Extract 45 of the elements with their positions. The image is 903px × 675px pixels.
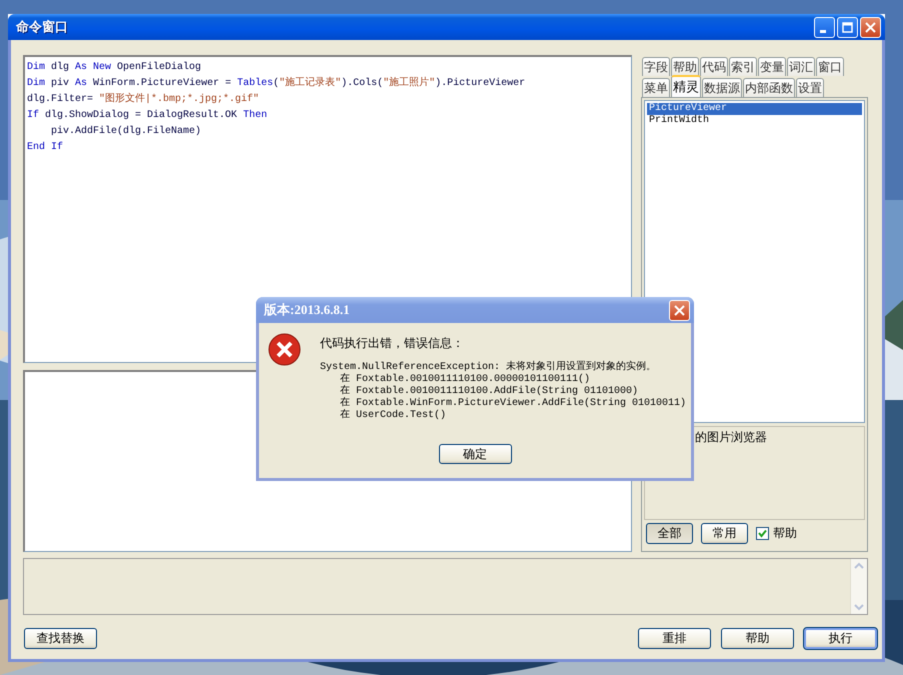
tab[interactable]: 数据源 [702, 78, 742, 97]
stack-trace-line: 在 Foxtable.WinForm.PictureViewer.AddFile(String 01010011) [339, 398, 686, 409]
minimize-button[interactable] [814, 16, 835, 38]
tab[interactable]: 字段 [642, 57, 670, 76]
tab[interactable]: 帮助 [671, 57, 699, 76]
window-title: 命令窗口 [16, 18, 69, 36]
stack-trace-line: 在 Foxtable.0010011110100.AddFile(String 01101000) [339, 386, 640, 397]
tab[interactable]: 窗口 [816, 57, 844, 76]
filter-button[interactable]: 常用 [701, 523, 748, 544]
filter-button[interactable]: 全部 [646, 523, 693, 544]
tab[interactable]: 变量 [758, 57, 786, 76]
tab[interactable]: 代码 [700, 57, 728, 76]
tab[interactable]: 词汇 [787, 57, 815, 76]
tab[interactable]: 精灵 [671, 75, 701, 97]
help-button[interactable]: 帮助 [721, 628, 794, 649]
run-button[interactable]: 执行 [804, 628, 877, 649]
list-item[interactable]: PictureViewer [647, 103, 862, 115]
close-icon [674, 304, 685, 316]
close-button[interactable] [860, 16, 881, 38]
minimize-icon [820, 30, 826, 32]
stack-trace-line: 在 UserCode.Test() [339, 410, 448, 422]
list-item[interactable]: PrintWidth [647, 115, 862, 127]
code-line: Dim dlg As New OpenFileDialog [27, 60, 202, 75]
code-line: dlg.Filter= "图形文件|*.bmp;*.jpg;*.gif" [27, 92, 260, 107]
maximize-button[interactable] [837, 16, 858, 38]
exception-text: System.NullReferenceException: 未将对象引用设置到对象的实例。 [320, 362, 658, 373]
error-icon [268, 333, 301, 366]
tab[interactable]: 内部函数 [743, 78, 795, 97]
stack-trace-line: 在 Foxtable.0010011110100.00000101100111() [339, 374, 592, 385]
tab[interactable]: 菜单 [642, 78, 670, 97]
tab[interactable]: 设置 [796, 78, 824, 97]
find-replace-button[interactable]: 查找替换 [24, 628, 97, 649]
dialog-title: 版本:2013.6.8.1 [264, 301, 351, 319]
checkbox[interactable] [756, 527, 769, 540]
code-line: piv.AddFile(dlg.FileName) [50, 124, 202, 139]
code-line: If dlg.ShowDialog = DialogResult.OK Then [27, 108, 268, 123]
tab[interactable]: 索引 [729, 57, 757, 76]
error-message: 代码执行出错，错误信息： [320, 335, 465, 352]
code-line: End If [27, 140, 64, 155]
ok-button[interactable]: 确定 [438, 444, 512, 464]
maximize-icon [842, 22, 853, 32]
rearrange-button[interactable]: 重排 [638, 628, 711, 649]
checkbox-label: 帮助 [773, 525, 797, 542]
close-icon [865, 22, 876, 32]
code-line: Dim piv As WinForm.PictureViewer = Tables("施工记录表").Cols("施工照片").PictureViewer [27, 76, 526, 91]
